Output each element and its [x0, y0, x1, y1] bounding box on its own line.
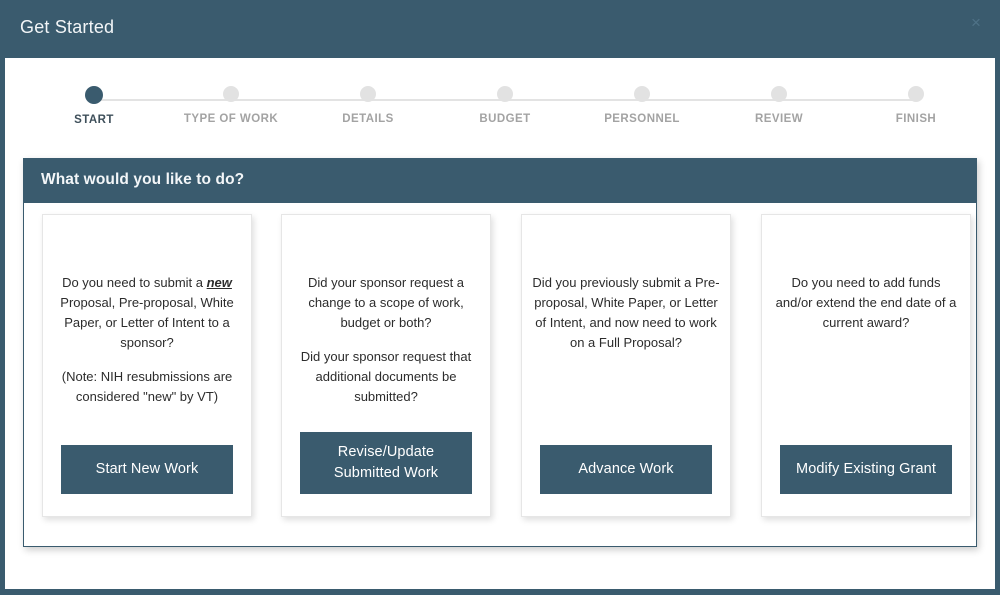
progress-stepper: START TYPE OF WORK DETAILS BUDGET PERSON… [5, 58, 995, 143]
stepper-label-finish: FINISH [895, 113, 937, 125]
panel-title: What would you like to do? [41, 171, 245, 188]
stepper-dot-type-of-work [223, 86, 239, 102]
card-2-paragraph-2: Did your sponsor request that additional… [300, 349, 472, 404]
close-icon[interactable]: × [966, 13, 986, 33]
stepper-label-review: REVIEW [754, 113, 804, 125]
options-panel: What would you like to do? Do you need t… [23, 158, 977, 547]
get-started-dialog: Get Started × START TYPE OF WORK DETAILS… [0, 0, 1000, 595]
stepper-step-finish[interactable]: FINISH [851, 86, 981, 125]
stepper-label-start: START [74, 114, 114, 126]
card-description-2: Did your sponsor request a change to a s… [292, 273, 480, 407]
card-description-4: Do you need to add funds and/or extend t… [772, 273, 960, 333]
stepper-step-personnel[interactable]: PERSONNEL [577, 86, 707, 125]
card-1-text-before: Do you need to submit a [62, 275, 207, 290]
stepper-dot-budget [497, 86, 513, 102]
revise-button-line-2: Submitted Work [333, 465, 439, 481]
option-card-modify-existing-grant: Do you need to add funds and/or extend t… [761, 214, 971, 517]
option-card-start-new-work: Do you need to submit a new Proposal, Pr… [42, 214, 252, 517]
revise-button-line-1: Revise/Update [337, 444, 435, 460]
stepper-dot-review [771, 86, 787, 102]
start-new-work-button[interactable]: Start New Work [61, 445, 233, 494]
stepper-dot-finish [908, 86, 924, 102]
card-1-emphasis: new [206, 275, 232, 290]
card-description-1: Do you need to submit a new Proposal, Pr… [53, 273, 241, 407]
option-card-list: Do you need to submit a new Proposal, Pr… [24, 203, 976, 546]
dialog-titlebar: Get Started × [0, 0, 1000, 58]
dialog-title: Get Started [20, 17, 115, 37]
stepper-label-personnel: PERSONNEL [604, 113, 680, 125]
stepper-label-budget: BUDGET [479, 113, 531, 125]
modify-existing-grant-button[interactable]: Modify Existing Grant [780, 445, 952, 494]
option-card-advance-work: Did you previously submit a Pre-proposal… [521, 214, 731, 517]
stepper-step-type-of-work[interactable]: TYPE OF WORK [166, 86, 296, 125]
stepper-label-type-of-work: TYPE OF WORK [183, 113, 279, 125]
card-1-paragraph-2: (Note: NIH resubmissions are considered … [61, 369, 233, 404]
stepper-label-details: DETAILS [342, 113, 394, 125]
card-description-3: Did you previously submit a Pre-proposal… [532, 273, 720, 353]
stepper-step-details[interactable]: DETAILS [303, 86, 433, 125]
option-card-revise-update: Did your sponsor request a change to a s… [281, 214, 491, 517]
stepper-dot-details [360, 86, 376, 102]
options-panel-header: What would you like to do? [24, 159, 976, 203]
stepper-step-review[interactable]: REVIEW [714, 86, 844, 125]
card-1-text-after: Proposal, Pre-proposal, White Paper, or … [60, 295, 234, 350]
advance-work-button[interactable]: Advance Work [540, 445, 712, 494]
card-2-paragraph-1: Did your sponsor request a change to a s… [307, 275, 465, 330]
stepper-step-budget[interactable]: BUDGET [440, 86, 570, 125]
card-1-paragraph-1: Do you need to submit a new Proposal, Pr… [53, 273, 241, 353]
stepper-step-start[interactable]: START [29, 86, 159, 126]
stepper-dot-personnel [634, 86, 650, 102]
card-4-paragraph-1: Do you need to add funds and/or extend t… [775, 275, 957, 330]
revise-update-submitted-work-button[interactable]: Revise/Update Submitted Work [300, 432, 472, 494]
card-3-paragraph-1: Did you previously submit a Pre-proposal… [532, 275, 720, 350]
stepper-dot-start [85, 86, 103, 104]
